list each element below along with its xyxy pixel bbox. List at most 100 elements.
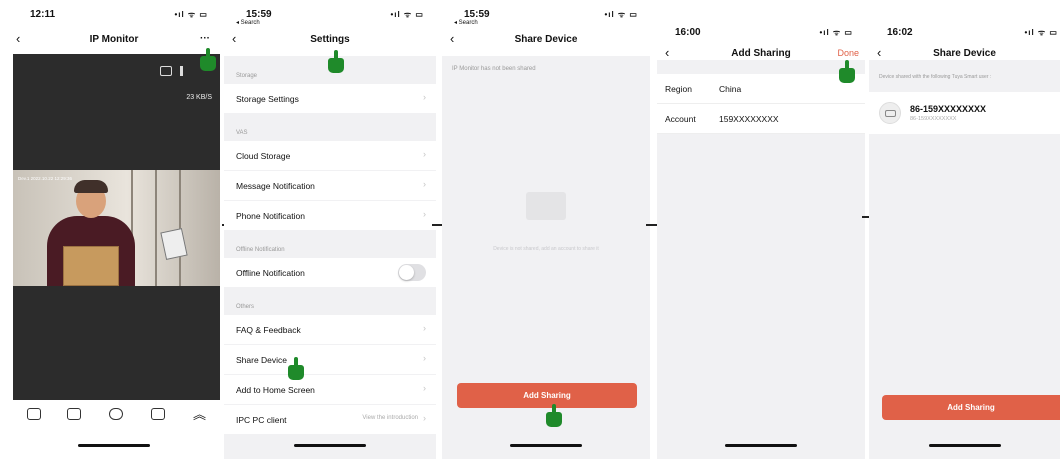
nav-bar: ‹ Settings bbox=[224, 26, 436, 54]
camera-icon[interactable] bbox=[67, 408, 81, 420]
add-sharing-button[interactable]: Add Sharing bbox=[882, 395, 1060, 420]
status-bar: 15:59 ◂ Search •ıl ᯤ ▭ bbox=[224, 0, 436, 26]
signal-icon: •ıl ᯤ ▭ bbox=[1024, 28, 1058, 37]
section-offline: Offline Notification bbox=[236, 247, 285, 253]
delivery-person-image bbox=[43, 180, 138, 286]
tap-hand-icon bbox=[546, 404, 562, 428]
row-faq-feedback[interactable]: FAQ & Feedback › bbox=[224, 315, 436, 344]
phone-call-icon[interactable] bbox=[109, 408, 123, 420]
row-label: Cloud Storage bbox=[236, 151, 291, 161]
nav-bar: ‹ Share Device bbox=[442, 26, 650, 54]
settings-screen: 15:59 ◂ Search •ıl ᯤ ▭ ‹ Settings Storag… bbox=[224, 0, 436, 459]
nav-bar: ‹ Share Device bbox=[869, 44, 1060, 72]
chevron-right-icon: › bbox=[423, 92, 426, 102]
status-bar: 16:02 •ıl ᯤ ▭ bbox=[869, 0, 1060, 38]
status-time: 12:11 bbox=[30, 9, 56, 20]
home-indicator bbox=[78, 444, 150, 447]
signal-icon: •ıl ᯤ ▭ bbox=[390, 10, 424, 19]
clipboard-image bbox=[160, 228, 188, 260]
status-time: 16:00 bbox=[675, 27, 701, 38]
signal-icon: •ıl ᯤ ▭ bbox=[174, 10, 208, 19]
row-ipc-pc-client[interactable]: IPC PC client View the introduction › bbox=[224, 405, 436, 434]
row-add-home-screen[interactable]: Add to Home Screen › bbox=[224, 375, 436, 404]
status-bar: 16:00 •ıl ᯤ ▭ bbox=[657, 0, 865, 38]
account-field[interactable]: Account 159XXXXXXXX bbox=[657, 104, 865, 134]
share-device-list-screen: 16:02 •ıl ᯤ ▭ ‹ Share Device Device shar… bbox=[869, 0, 1060, 459]
offline-notification-toggle[interactable] bbox=[398, 264, 426, 281]
row-phone-notification[interactable]: Phone Notification › bbox=[224, 201, 436, 230]
region-field[interactable]: Region China bbox=[657, 74, 865, 104]
video-bottom-area bbox=[13, 286, 220, 400]
chevron-right-icon: › bbox=[423, 209, 426, 219]
page-title: Share Device bbox=[514, 34, 578, 45]
ip-monitor-screen: 12:11 •ıl ᯤ ▭ ‹ IP Monitor ··· 23 KB/S D… bbox=[8, 0, 220, 459]
home-indicator bbox=[294, 444, 366, 447]
speed-label: 23 KB/S bbox=[186, 94, 212, 101]
row-label: Message Notification bbox=[236, 181, 315, 191]
region-label: Region bbox=[665, 84, 692, 94]
fullscreen-icon[interactable] bbox=[27, 408, 41, 420]
row-label: Offline Notification bbox=[236, 268, 305, 278]
chevron-right-icon: › bbox=[423, 413, 426, 423]
status-time: 16:02 bbox=[887, 27, 913, 38]
page-title: Share Device bbox=[933, 48, 996, 59]
mute-icon[interactable] bbox=[180, 66, 190, 76]
snapshot-icon[interactable] bbox=[160, 66, 172, 76]
row-storage-settings[interactable]: Storage Settings › bbox=[224, 84, 436, 113]
status-bar: 15:59 ◂ Search •ıl ᯤ ▭ bbox=[442, 0, 650, 26]
camera-icon bbox=[885, 110, 896, 117]
row-label: Phone Notification bbox=[236, 211, 305, 221]
home-indicator bbox=[725, 444, 797, 447]
tap-hand-icon bbox=[200, 48, 216, 72]
empty-box-icon bbox=[526, 192, 566, 220]
row-message-notification[interactable]: Message Notification › bbox=[224, 171, 436, 200]
row-label: Add to Home Screen bbox=[236, 385, 315, 395]
chevron-right-icon: › bbox=[423, 149, 426, 159]
add-sharing-button[interactable]: Add Sharing bbox=[457, 383, 637, 408]
add-sharing-screen: 16:00 •ıl ᯤ ▭ ‹ Add Sharing Done Region … bbox=[657, 0, 865, 459]
row-label: Share Device bbox=[236, 355, 288, 365]
status-bar: 12:11 •ıl ᯤ ▭ bbox=[8, 0, 220, 26]
section-storage: Storage bbox=[236, 73, 258, 79]
not-shared-caption: IP Monitor has not been shared bbox=[452, 66, 536, 72]
page-title: Add Sharing bbox=[731, 48, 791, 59]
chevron-right-icon: › bbox=[423, 353, 426, 363]
page-title: Settings bbox=[310, 34, 350, 45]
page-title: IP Monitor bbox=[89, 34, 139, 45]
region-value: China bbox=[719, 84, 742, 94]
row-label: Storage Settings bbox=[236, 94, 299, 104]
tap-hand-icon bbox=[328, 50, 344, 74]
row-label: FAQ & Feedback bbox=[236, 325, 301, 335]
ipc-pc-hint: View the introduction bbox=[362, 415, 418, 421]
record-icon[interactable] bbox=[151, 408, 165, 420]
section-others: Others bbox=[236, 304, 255, 310]
camera-feed-image: Dev.1 2022.10.22 12:29:36 bbox=[13, 170, 220, 286]
signal-icon: •ıl ᯤ ▭ bbox=[819, 28, 853, 37]
expand-up-icon[interactable]: ︽ bbox=[193, 404, 206, 423]
chevron-right-icon: › bbox=[423, 383, 426, 393]
account-label: Account bbox=[665, 114, 696, 124]
video-top-area: 23 KB/S bbox=[13, 54, 220, 170]
shared-user-sub: 86-159XXXXXXXX bbox=[910, 116, 957, 122]
share-device-empty-screen: 15:59 ◂ Search •ıl ᯤ ▭ ‹ Share Device IP… bbox=[442, 0, 650, 459]
row-label: IPC PC client bbox=[236, 415, 287, 425]
section-vas: VAS bbox=[236, 130, 248, 136]
empty-hint: Device is not shared, add an account to … bbox=[493, 246, 599, 252]
nav-bar: ‹ IP Monitor ··· bbox=[8, 26, 220, 54]
avatar bbox=[879, 102, 901, 124]
home-indicator bbox=[510, 444, 582, 447]
shared-user-row[interactable]: 86-159XXXXXXXX 86-159XXXXXXXX bbox=[869, 92, 1060, 134]
account-input[interactable]: 159XXXXXXXX bbox=[719, 114, 779, 124]
status-back-search[interactable]: ◂ Search bbox=[236, 19, 260, 26]
tap-hand-icon bbox=[288, 357, 304, 381]
chevron-right-icon: › bbox=[423, 179, 426, 189]
chevron-right-icon: › bbox=[423, 323, 426, 333]
row-cloud-storage[interactable]: Cloud Storage › bbox=[224, 141, 436, 170]
camera-toolbar: ︽ bbox=[13, 400, 220, 430]
row-share-device[interactable]: Share Device › bbox=[224, 345, 436, 374]
status-back-search[interactable]: ◂ Search bbox=[454, 19, 478, 26]
done-button[interactable]: Done bbox=[837, 48, 859, 58]
shared-user-account: 86-159XXXXXXXX bbox=[910, 104, 987, 114]
more-button[interactable]: ··· bbox=[200, 33, 210, 44]
signal-icon: •ıl ᯤ ▭ bbox=[604, 10, 638, 19]
